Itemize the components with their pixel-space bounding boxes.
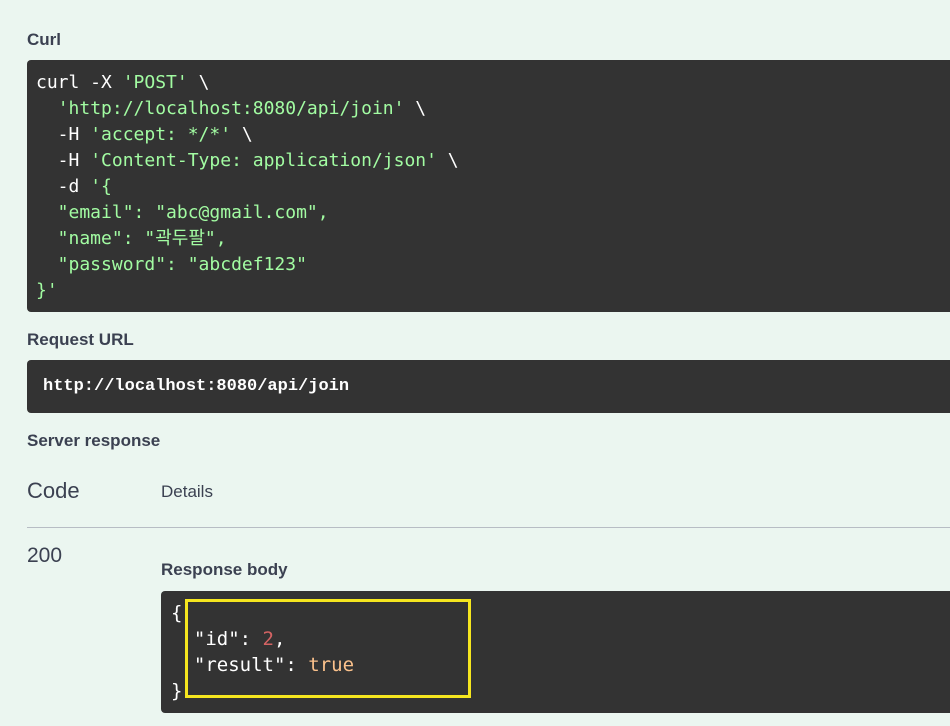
- curl-line: }': [36, 280, 58, 301]
- json-close-brace: }: [171, 680, 183, 702]
- table-divider: [27, 527, 950, 528]
- curl-line-string: "email": "abc@gmail.com",: [36, 202, 329, 223]
- curl-line-plain: -H: [36, 150, 91, 171]
- curl-line-plain: curl -X: [36, 72, 123, 93]
- curl-line-plain: -d: [36, 176, 91, 197]
- details-column-header: Details: [161, 482, 213, 501]
- curl-code-block[interactable]: curl -X 'POST' \ 'http://localhost:8080/…: [27, 60, 950, 312]
- request-url-value: http://localhost:8080/api/join: [43, 377, 350, 396]
- curl-line-string: '{: [90, 176, 112, 197]
- curl-line-string: 'POST': [122, 72, 188, 93]
- curl-label: Curl: [27, 30, 61, 49]
- curl-line: "password": "abcdef123": [36, 254, 307, 275]
- json-open-brace: {: [171, 602, 183, 624]
- curl-line-string: 'http://localhost:8080/api/join': [57, 98, 405, 119]
- curl-line-string: 'Content-Type: application/json': [90, 150, 437, 171]
- curl-line-string: 'accept: */*': [90, 124, 232, 145]
- curl-line: "email": "abc@gmail.com",: [36, 202, 329, 223]
- curl-line: 'http://localhost:8080/api/join' \: [36, 98, 426, 119]
- curl-line-tail: \: [231, 124, 253, 145]
- response-body-label: Response body: [161, 560, 288, 579]
- curl-command: curl -X 'POST' \ 'http://localhost:8080/…: [27, 60, 950, 304]
- curl-line: -H 'Content-Type: application/json' \: [36, 150, 459, 171]
- request-url-block[interactable]: http://localhost:8080/api/join: [27, 360, 950, 413]
- curl-line: curl -X 'POST' \: [36, 72, 209, 93]
- response-status-code: 200: [27, 544, 63, 567]
- server-response-label: Server response: [27, 431, 161, 450]
- curl-line-tail: \: [187, 72, 210, 93]
- curl-line: "name": "곽두팔",: [36, 228, 227, 249]
- curl-line: -d '{: [36, 176, 112, 197]
- highlight-annotation-box: [185, 599, 471, 698]
- curl-line-plain: [36, 98, 58, 119]
- curl-line-string: }': [36, 280, 58, 301]
- curl-line-plain: -H: [36, 124, 91, 145]
- curl-line-tail: \: [404, 98, 427, 119]
- curl-line: -H 'accept: */*' \: [36, 124, 253, 145]
- curl-line-string: "password": "abcdef123": [36, 254, 307, 275]
- code-column-header: Code: [27, 478, 80, 503]
- request-url-label: Request URL: [27, 330, 134, 349]
- curl-line-string: "name": "곽두팔",: [36, 228, 227, 249]
- curl-line-tail: \: [436, 150, 459, 171]
